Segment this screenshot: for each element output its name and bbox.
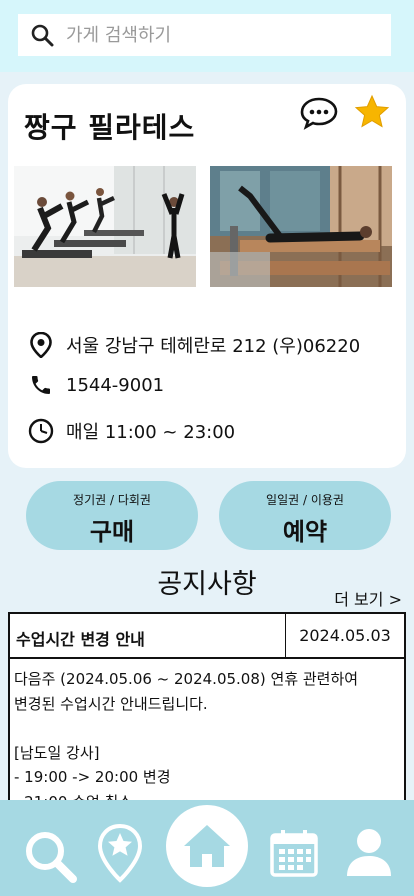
search-icon[interactable]	[30, 23, 54, 47]
home-button[interactable]	[166, 805, 248, 887]
location-pin-icon	[28, 332, 54, 358]
phone-icon[interactable]	[28, 372, 54, 398]
chat-icon[interactable]	[300, 96, 338, 130]
favorite-star-icon[interactable]	[354, 94, 390, 130]
map-pin-star-icon[interactable]	[96, 823, 144, 883]
search-input[interactable]	[66, 24, 366, 46]
purchase-label: 구매	[89, 518, 135, 546]
reserve-button[interactable]: 일일권 / 이용권 예약	[219, 481, 391, 550]
notice-line: 변경된 수업시간 안내드립니다.	[14, 694, 208, 713]
purchase-button[interactable]: 정기권 / 다회권 구매	[26, 481, 198, 550]
reserve-label: 예약	[282, 518, 328, 546]
search-icon[interactable]	[24, 830, 78, 884]
notice-date: 2024.05.03	[299, 626, 391, 645]
address-text: 서울 강남구 테헤란로 212 (우)06220	[66, 336, 361, 357]
notice-line	[14, 716, 400, 741]
address-row: 서울 강남구 테헤란로 212 (우)06220	[28, 332, 360, 358]
notice-line: 다음주 (2024.05.06 ~ 2024.05.08) 연휴 관련하여	[14, 670, 359, 688]
studio-photo-1	[14, 166, 196, 287]
search-bar[interactable]	[18, 14, 391, 56]
clock-icon	[28, 418, 54, 444]
user-icon[interactable]	[344, 826, 394, 878]
more-link[interactable]: 더 보기 >	[334, 586, 402, 610]
phone-text[interactable]: 1544-9001	[66, 375, 164, 396]
hours-text: 매일 11:00 ~ 23:00	[66, 422, 236, 443]
studio-name: 짱구 필라테스	[24, 111, 196, 144]
reserve-sub-label: 일일권 / 이용권	[266, 493, 344, 507]
home-icon[interactable]	[181, 822, 233, 870]
notice-subject[interactable]: 수업시간 변경 안내	[10, 614, 286, 657]
notice-header-row[interactable]: 수업시간 변경 안내 2024.05.03	[10, 614, 404, 659]
notice-line: [남도일 강사]	[14, 743, 100, 762]
studio-card: 짱구 필라테스 서울 강남구 테헤란로 212 (우)06220 1544-90…	[8, 84, 406, 468]
notice-line: - 19:00 -> 20:00 변경	[14, 768, 171, 786]
phone-row[interactable]: 1544-9001	[28, 372, 164, 398]
studio-photo-2	[210, 166, 392, 287]
notice-body: 다음주 (2024.05.06 ~ 2024.05.08) 연휴 관련하여 변경…	[10, 659, 404, 800]
notice-table[interactable]: 수업시간 변경 안내 2024.05.03 다음주 (2024.05.06 ~ …	[8, 612, 406, 802]
hours-row: 매일 11:00 ~ 23:00	[28, 418, 235, 444]
calendar-icon[interactable]	[269, 828, 319, 878]
purchase-sub-label: 정기권 / 다회권	[73, 493, 151, 507]
